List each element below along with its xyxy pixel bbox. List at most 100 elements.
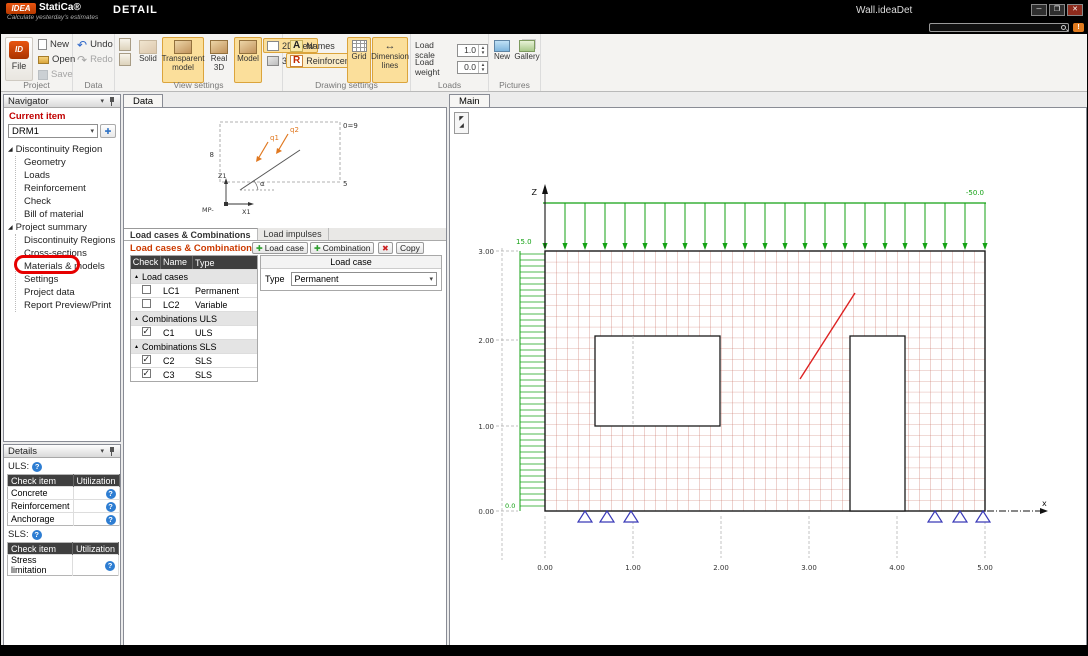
collapse-icon: ▴ [135, 273, 138, 280]
picture-new-button[interactable]: New [491, 37, 513, 83]
zoom-fit-button[interactable]: ◤◢ [454, 112, 469, 134]
load-weight-spinner[interactable]: ▲▼ [478, 62, 487, 73]
restore-button[interactable]: ❐ [1049, 4, 1065, 16]
redo-button[interactable]: ↷Redo [75, 52, 115, 67]
svg-text:Z: Z [532, 188, 538, 197]
tree-item-report-preview-print[interactable]: Report Preview/Print [24, 299, 120, 312]
current-item-value: DRM1 [12, 126, 39, 137]
view-tool-button-2[interactable] [117, 52, 133, 67]
svg-text:4.00: 4.00 [889, 564, 905, 572]
x-axis-ticks: 0.00 1.00 2.00 3.00 4.00 5.00 [537, 564, 993, 572]
alert-icon[interactable]: ! [1073, 23, 1084, 32]
dimension-lines-label: Dimension lines [371, 53, 409, 70]
tab-data[interactable]: Data [123, 94, 163, 107]
table-row-c3[interactable]: C3 SLS [131, 367, 257, 381]
new-button[interactable]: New [36, 37, 77, 52]
tree-item-bill-of-material[interactable]: Bill of material [24, 208, 120, 221]
grid-toggle-button[interactable]: Grid [347, 37, 371, 83]
tree-item-cross-sections[interactable]: Cross-sections [24, 247, 120, 260]
data-tab-strip: Load cases & Combinations Load impulses [124, 228, 446, 241]
chevron-down-icon[interactable]: ▾ [100, 447, 104, 455]
tree-item-project-data[interactable]: Project data [24, 286, 120, 299]
tree-group-project-summary[interactable]: ◢ Project summary [8, 221, 120, 234]
pin-icon[interactable] [108, 97, 116, 106]
module-name: DETAIL [113, 4, 158, 16]
cell-name: C3 [161, 370, 193, 380]
table-row-lc1[interactable]: LC1 Permanent [131, 283, 257, 297]
help-icon[interactable]: ? [32, 530, 42, 540]
load-case-properties-box: Load case Type Permanent ▾ [260, 255, 442, 291]
load-scale-input[interactable]: 1.0 ▲▼ [457, 44, 488, 57]
table-row[interactable]: Anchorage? [8, 513, 120, 526]
copy-button[interactable]: Copy [396, 242, 424, 254]
add-region-button[interactable]: ✚ [100, 124, 116, 138]
load-scale-spinner[interactable]: ▲▼ [478, 45, 487, 56]
search-input[interactable] [929, 23, 1069, 32]
table-row[interactable]: Stress limitation? [8, 555, 119, 576]
open-button[interactable]: Open [36, 52, 77, 67]
solid-view-button[interactable]: Solid [135, 37, 161, 83]
delete-button[interactable]: ✖ [378, 242, 393, 254]
tree-item-reinforcement[interactable]: Reinforcement [24, 182, 120, 195]
transparent-model-button[interactable]: Transparent model [162, 37, 204, 83]
tree-group-discontinuity-region[interactable]: ◢ Discontinuity Region [8, 143, 120, 156]
gallery-label: Gallery [514, 53, 539, 62]
uls-label: ULS: [8, 461, 29, 472]
cell-name: C2 [161, 356, 193, 366]
group-label-view-settings: View settings [115, 80, 282, 90]
tab-load-impulses[interactable]: Load impulses [258, 228, 329, 240]
help-icon[interactable]: ? [32, 462, 42, 472]
add-combination-button[interactable]: ✚Combination [310, 242, 374, 254]
group-row-load-cases[interactable]: ▴Load cases [131, 269, 257, 283]
checkbox[interactable] [142, 285, 151, 294]
gallery-button[interactable]: Gallery [514, 37, 540, 83]
table-row-c2[interactable]: C2 SLS [131, 353, 257, 367]
clipboard-icon [119, 53, 131, 66]
chevron-down-icon[interactable]: ▾ [100, 97, 104, 105]
file-button[interactable]: ID File [5, 37, 33, 81]
checkbox[interactable] [142, 299, 151, 308]
tree-item-loads[interactable]: Loads [24, 169, 120, 182]
navigator-tree: ◢ Discontinuity Region Geometry Loads Re… [4, 141, 120, 312]
close-button[interactable]: ✕ [1067, 4, 1083, 16]
checkbox[interactable] [142, 369, 151, 378]
svg-text:1.00: 1.00 [625, 564, 641, 572]
current-item-select[interactable]: DRM1 ▾ [8, 124, 98, 138]
table-row[interactable]: Concrete? [8, 487, 120, 500]
checkbox[interactable] [142, 327, 151, 336]
group-label-pictures: Pictures [489, 80, 540, 90]
view-tool-button-1[interactable] [117, 37, 133, 52]
minimize-button[interactable]: ─ [1031, 4, 1047, 16]
group-row-combinations-uls[interactable]: ▴Combinations ULS [131, 311, 257, 325]
table-row-lc2[interactable]: LC2 Variable [131, 297, 257, 311]
tree-item-check[interactable]: Check [24, 195, 120, 208]
main-drawing-canvas[interactable]: -50.0 15.0 0.0 Z x 3.00 [450, 108, 1086, 645]
model-view-button[interactable]: Model [234, 37, 262, 83]
tree-item-materials-models[interactable]: Materials & models [24, 260, 120, 273]
table-row[interactable]: Reinforcement? [8, 500, 120, 513]
svg-text:3.00: 3.00 [478, 248, 494, 256]
top-distributed-load [542, 203, 987, 250]
new-picture-icon [494, 40, 510, 52]
type-label: Type [265, 274, 285, 284]
load-case-type-select[interactable]: Permanent ▾ [291, 272, 437, 286]
group-row-combinations-sls[interactable]: ▴Combinations SLS [131, 339, 257, 353]
col-check: Check [131, 256, 161, 269]
tab-main[interactable]: Main [449, 94, 490, 107]
add-load-case-button[interactable]: ✚Load case [252, 242, 308, 254]
checkbox[interactable] [142, 355, 151, 364]
tree-item-settings[interactable]: Settings [24, 273, 120, 286]
svg-text:8: 8 [210, 151, 214, 159]
pin-icon[interactable] [108, 447, 116, 456]
real-3d-button[interactable]: Real 3D [205, 37, 233, 83]
load-weight-input[interactable]: 0.0 ▲▼ [457, 61, 488, 74]
dimension-lines-toggle-button[interactable]: ↔Dimension lines [372, 37, 408, 83]
tree-item-discontinuity-regions[interactable]: Discontinuity Regions [24, 234, 120, 247]
tree-item-geometry[interactable]: Geometry [24, 156, 120, 169]
tab-load-cases-combinations[interactable]: Load cases & Combinations [124, 228, 258, 240]
table-row-c1[interactable]: C1 ULS [131, 325, 257, 339]
svg-text:15.0: 15.0 [516, 238, 532, 246]
y-axis-ticks: 3.00 2.00 1.00 0.00 [478, 248, 494, 516]
undo-button[interactable]: ↶Undo [75, 37, 115, 52]
svg-text:MP-: MP- [202, 206, 214, 214]
